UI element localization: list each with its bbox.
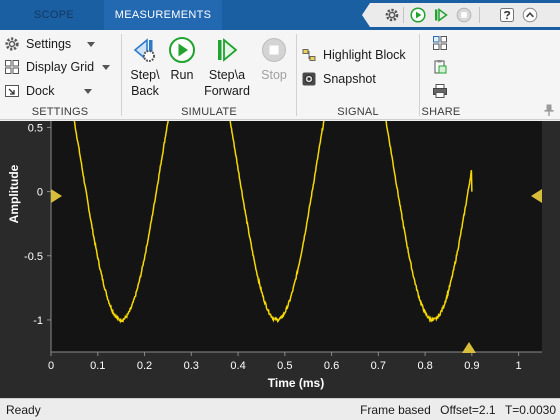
tab-bar: SCOPE MEASUREMENTS bbox=[0, 0, 560, 30]
chevron-down-icon bbox=[87, 41, 96, 47]
settings-group-label: SETTINGS bbox=[31, 106, 89, 118]
y-axis-label: Amplitude bbox=[7, 164, 21, 223]
x-tick-label: 0.3 bbox=[184, 360, 199, 372]
step-back-icon bbox=[133, 38, 155, 62]
tab-measurements[interactable]: MEASUREMENTS bbox=[104, 0, 222, 30]
snapshot-label: Snapshot bbox=[323, 72, 376, 86]
time-scope-plot[interactable]: 0.5 0 -0.5 -1 0 0.1 0.2 0.3 0.4 0.5 0.6 0.7 0.8 0.9 1… bbox=[0, 121, 560, 398]
offset-text: Offset=2.1 bbox=[440, 403, 496, 417]
x-tick-label: 0.4 bbox=[230, 360, 245, 372]
tab-scope[interactable]: SCOPE bbox=[34, 0, 74, 30]
quick-access-toolbar bbox=[362, 3, 560, 27]
x-tick-label: 0.8 bbox=[417, 360, 432, 372]
chevron-down-icon bbox=[84, 88, 93, 94]
run-icon[interactable] bbox=[410, 7, 426, 23]
simulate-group-label: SIMULATE bbox=[181, 106, 237, 118]
grid-layout-icon bbox=[5, 60, 19, 74]
x-tick-label: 1 bbox=[516, 360, 522, 372]
status-info: Frame based Offset=2.1 T=0.0030 bbox=[354, 403, 556, 417]
x-tick-label: 0.1 bbox=[90, 360, 105, 372]
step-forward-icon[interactable] bbox=[433, 7, 449, 23]
snapshot-button[interactable]: Snapshot bbox=[301, 68, 376, 90]
gear-icon bbox=[5, 37, 19, 51]
stop-button[interactable]: Stop bbox=[256, 36, 292, 83]
dock-label: Dock bbox=[26, 84, 55, 98]
step-back-button[interactable]: Step\ Back bbox=[126, 36, 164, 99]
settings-icon[interactable] bbox=[384, 7, 400, 23]
y-tick-label: 0.5 bbox=[28, 122, 43, 134]
frame-mode-text: Frame based bbox=[360, 403, 431, 417]
stop-icon bbox=[262, 38, 286, 62]
settings-button[interactable]: Settings bbox=[4, 33, 96, 55]
share-group: SHARE bbox=[420, 30, 462, 120]
separator bbox=[403, 7, 404, 23]
stop-label: Stop bbox=[261, 68, 287, 82]
y-tick-label: -0.5 bbox=[24, 251, 43, 263]
layout-icon[interactable] bbox=[432, 35, 448, 51]
help-icon[interactable] bbox=[499, 7, 515, 23]
step-forward-icon bbox=[218, 38, 238, 62]
status-bar: Ready Frame based Offset=2.1 T=0.0030 bbox=[0, 398, 560, 420]
y-axis: 0.5 0 -0.5 -1 bbox=[24, 122, 51, 327]
collapse-icon[interactable] bbox=[522, 7, 538, 23]
dock-button[interactable]: Dock bbox=[4, 80, 93, 102]
x-tick-label: 0.5 bbox=[277, 360, 292, 372]
settings-label: Settings bbox=[26, 37, 72, 51]
share-group-label: SHARE bbox=[421, 106, 461, 118]
status-text: Ready bbox=[6, 403, 41, 417]
highlight-block-icon bbox=[302, 49, 316, 61]
step-back-label: Step\ Back bbox=[130, 68, 160, 98]
x-axis: 0 0.1 0.2 0.3 0.4 0.5 0.6 0.7 0.8 0.9 1 bbox=[48, 352, 522, 372]
simulate-group: Step\ Back Run Step\a Forward Stop SIMUL… bbox=[122, 30, 296, 120]
highlight-block-label: Highlight Block bbox=[323, 48, 406, 62]
x-tick-label: 0.2 bbox=[137, 360, 152, 372]
signal-group-label: SIGNAL bbox=[337, 106, 379, 118]
run-icon bbox=[169, 37, 195, 63]
step-forward-label: Step\a Forward bbox=[204, 68, 250, 98]
y-tick-label: 0 bbox=[37, 187, 43, 199]
x-axis-label: Time (ms) bbox=[268, 376, 324, 390]
x-tick-label: 0.7 bbox=[371, 360, 386, 372]
x-tick-label: 0.6 bbox=[324, 360, 339, 372]
highlight-block-button[interactable]: Highlight Block bbox=[301, 44, 406, 66]
separator bbox=[479, 7, 480, 23]
time-text: T=0.0030 bbox=[504, 403, 556, 417]
snapshot-icon bbox=[302, 72, 316, 86]
signal-group: Highlight Block Snapshot SIGNAL bbox=[297, 30, 419, 120]
step-forward-button[interactable]: Step\a Forward bbox=[202, 36, 252, 99]
y-tick-label: -1 bbox=[33, 315, 43, 327]
dock-icon bbox=[5, 85, 19, 97]
stop-icon[interactable] bbox=[456, 7, 472, 23]
display-grid-label: Display Grid bbox=[26, 60, 95, 74]
x-tick-label: 0.9 bbox=[464, 360, 479, 372]
display-grid-button[interactable]: Display Grid bbox=[4, 56, 111, 78]
chevron-down-icon bbox=[102, 64, 111, 70]
toolstrip: Settings Display Grid Dock SETTINGS Step… bbox=[0, 30, 560, 120]
run-label: Run bbox=[170, 68, 194, 82]
copy-to-clipboard-icon[interactable] bbox=[432, 59, 448, 75]
settings-group: Settings Display Grid Dock SETTINGS bbox=[0, 30, 120, 120]
run-button[interactable]: Run bbox=[166, 36, 198, 83]
pin-icon[interactable] bbox=[544, 104, 554, 116]
x-tick-label: 0 bbox=[48, 360, 54, 372]
print-icon[interactable] bbox=[432, 83, 448, 99]
